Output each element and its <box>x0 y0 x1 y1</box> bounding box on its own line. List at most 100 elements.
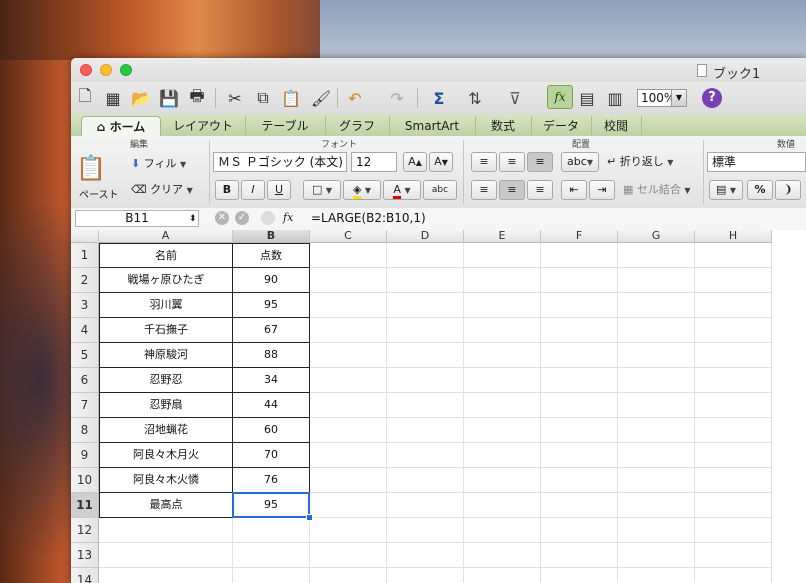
minimize-window-button[interactable] <box>100 64 112 76</box>
format-painter-icon[interactable]: 🖌 <box>309 86 333 110</box>
row-header-13[interactable]: 13 <box>71 543 99 568</box>
cell-g12[interactable] <box>618 518 695 543</box>
align-center-button[interactable]: ≡ <box>499 180 525 200</box>
cell-c3[interactable] <box>310 293 387 318</box>
tab-review[interactable]: 校閲 <box>591 116 642 136</box>
cell-d13[interactable] <box>387 543 464 568</box>
increase-indent-button[interactable]: ⇥ <box>589 180 615 200</box>
cell-b4[interactable]: 67 <box>233 318 310 343</box>
cell-a13[interactable] <box>99 543 233 568</box>
cell-f9[interactable] <box>541 443 618 468</box>
cell-b1[interactable]: 点数 <box>233 243 310 268</box>
row-header-3[interactable]: 3 <box>71 293 99 318</box>
cell-f10[interactable] <box>541 468 618 493</box>
cell-c1[interactable] <box>310 243 387 268</box>
cell-g4[interactable] <box>618 318 695 343</box>
cell-a1[interactable]: 名前 <box>99 243 233 268</box>
paste-icon[interactable]: 📋 <box>279 86 303 110</box>
cell-h3[interactable] <box>695 293 772 318</box>
cell-d2[interactable] <box>387 268 464 293</box>
save-icon[interactable]: 💾 <box>157 86 181 110</box>
fill-handle[interactable] <box>306 514 313 521</box>
cell-d5[interactable] <box>387 343 464 368</box>
accounting-format-button[interactable]: ▤ ▼ <box>709 180 743 200</box>
cell-a3[interactable]: 羽川翼 <box>99 293 233 318</box>
font-color-button[interactable]: A ▼ <box>383 180 421 200</box>
cell-f8[interactable] <box>541 418 618 443</box>
cell-g14[interactable] <box>618 568 695 583</box>
cell-b14[interactable] <box>233 568 310 583</box>
cell-d3[interactable] <box>387 293 464 318</box>
cell-e3[interactable] <box>464 293 541 318</box>
cell-g1[interactable] <box>618 243 695 268</box>
cell-e13[interactable] <box>464 543 541 568</box>
cell-h12[interactable] <box>695 518 772 543</box>
toolbox-icon[interactable]: ▤ <box>575 86 599 110</box>
cell-a6[interactable]: 忍野忍 <box>99 368 233 393</box>
function-builder-button[interactable]: fx <box>547 85 573 109</box>
borders-button[interactable]: □ ▼ <box>303 180 341 200</box>
cell-f5[interactable] <box>541 343 618 368</box>
name-box-stepper[interactable]: ⬍ <box>189 211 197 227</box>
cell-d1[interactable] <box>387 243 464 268</box>
cell-b2[interactable]: 90 <box>233 268 310 293</box>
cell-b3[interactable]: 95 <box>233 293 310 318</box>
cell-e1[interactable] <box>464 243 541 268</box>
cell-a9[interactable]: 阿良々木月火 <box>99 443 233 468</box>
cell-d6[interactable] <box>387 368 464 393</box>
cell-g8[interactable] <box>618 418 695 443</box>
cell-h5[interactable] <box>695 343 772 368</box>
open-folder-icon[interactable]: 📂 <box>129 86 153 110</box>
cell-d14[interactable] <box>387 568 464 583</box>
cell-b13[interactable] <box>233 543 310 568</box>
cell-h6[interactable] <box>695 368 772 393</box>
cell-h4[interactable] <box>695 318 772 343</box>
cell-e9[interactable] <box>464 443 541 468</box>
column-header-e[interactable]: E <box>464 230 541 243</box>
cell-c14[interactable] <box>310 568 387 583</box>
cell-e6[interactable] <box>464 368 541 393</box>
cell-d10[interactable] <box>387 468 464 493</box>
row-header-8[interactable]: 8 <box>71 418 99 443</box>
row-header-5[interactable]: 5 <box>71 343 99 368</box>
align-middle-button[interactable]: ≡ <box>499 152 525 172</box>
formula-input[interactable]: =LARGE(B2:B10,1) <box>311 211 426 225</box>
cell-f4[interactable] <box>541 318 618 343</box>
undo-icon[interactable]: ↶ <box>343 86 367 110</box>
cell-b7[interactable]: 44 <box>233 393 310 418</box>
cell-e11[interactable] <box>464 493 541 518</box>
tab-tables[interactable]: テーブル <box>245 116 326 136</box>
paste-clipboard-icon[interactable]: 📋 <box>76 154 106 182</box>
cell-d8[interactable] <box>387 418 464 443</box>
copy-icon[interactable]: ⧉ <box>251 86 275 110</box>
tab-smartart[interactable]: SmartArt <box>389 116 476 136</box>
cell-c7[interactable] <box>310 393 387 418</box>
cell-c6[interactable] <box>310 368 387 393</box>
italic-button[interactable]: I <box>241 180 265 200</box>
bold-button[interactable]: B <box>215 180 239 200</box>
cell-g3[interactable] <box>618 293 695 318</box>
text-orientation-button[interactable]: abc▼ <box>561 152 599 172</box>
cell-g2[interactable] <box>618 268 695 293</box>
cell-e12[interactable] <box>464 518 541 543</box>
cell-b9[interactable]: 70 <box>233 443 310 468</box>
zoom-window-button[interactable] <box>120 64 132 76</box>
row-header-1[interactable]: 1 <box>71 243 99 268</box>
cell-e2[interactable] <box>464 268 541 293</box>
cell-f12[interactable] <box>541 518 618 543</box>
cell-b10[interactable]: 76 <box>233 468 310 493</box>
font-name-dropdown[interactable]: ＭＳ Ｐゴシック (本文) <box>213 152 347 172</box>
row-header-10[interactable]: 10 <box>71 468 99 493</box>
cell-c10[interactable] <box>310 468 387 493</box>
cell-h8[interactable] <box>695 418 772 443</box>
zoom-dropdown-arrow[interactable]: ▼ <box>671 89 687 107</box>
new-document-icon[interactable]: 🗋 <box>73 86 97 110</box>
cell-g11[interactable] <box>618 493 695 518</box>
cell-a7[interactable]: 忍野扇 <box>99 393 233 418</box>
tab-charts[interactable]: グラフ <box>325 116 390 136</box>
cell-a2[interactable]: 戦場ヶ原ひたぎ <box>99 268 233 293</box>
decrease-indent-button[interactable]: ⇤ <box>561 180 587 200</box>
tab-layout[interactable]: レイアウト <box>161 116 246 136</box>
enter-icon[interactable]: ✓ <box>235 211 249 225</box>
column-header-f[interactable]: F <box>541 230 618 243</box>
